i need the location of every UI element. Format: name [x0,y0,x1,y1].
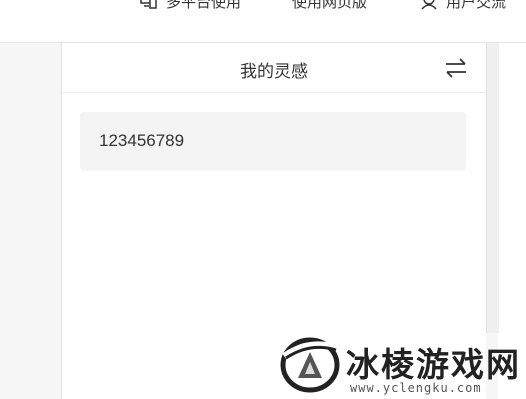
user-group-icon [421,0,437,10]
nav-web-version-label: 使用网页版 [292,0,368,11]
devices-icon [140,0,157,9]
nav-multi-platform[interactable]: 多平台使用 [140,0,241,11]
nav-user-exchange-label: 用户交流 [446,0,507,11]
note-card[interactable]: 123456789 [80,112,466,171]
note-text: 123456789 [99,131,185,150]
watermark-url: www.yclengku.com [350,381,482,395]
swap-arrows-icon[interactable] [444,57,468,79]
watermark-title: 冰棱游戏网 [346,345,521,384]
watermark: 冰棱游戏网 www.yclengku.com [270,330,526,399]
nav-multi-platform-label: 多平台使用 [166,0,242,11]
panel-header: 我的灵感 [62,43,486,93]
nav-web-version[interactable]: 使用网页版 [292,0,367,11]
scrollbar-track[interactable] [486,43,499,333]
watermark-logo [280,337,340,393]
nav-user-exchange[interactable]: 用户交流 [420,0,506,11]
top-navigation-bar: 多平台使用 使用网页版 用户交流 [0,0,526,43]
panel-title: 我的灵感 [240,62,308,82]
